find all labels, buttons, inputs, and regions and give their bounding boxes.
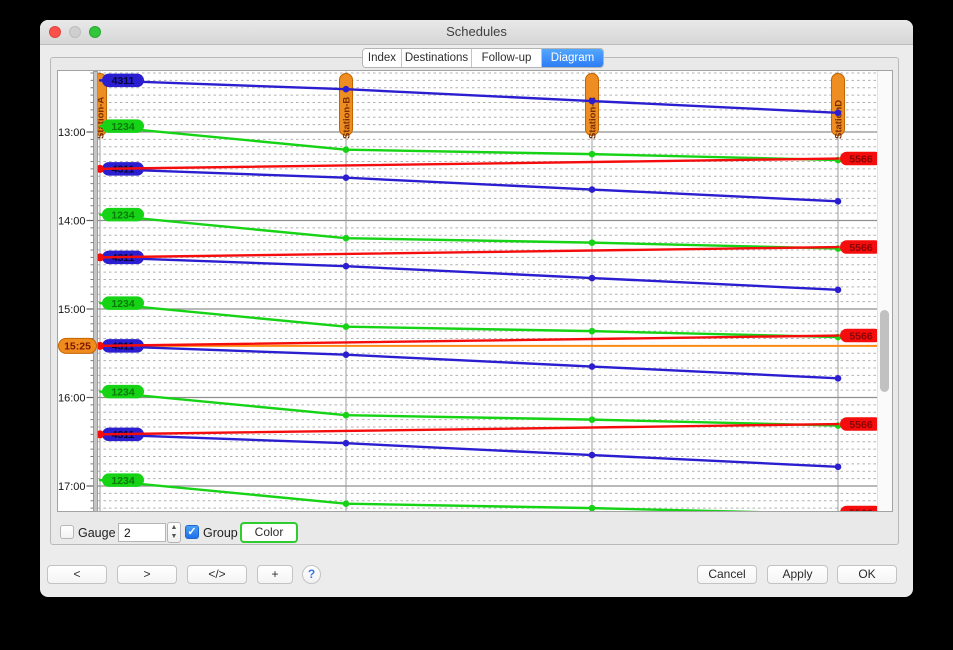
stop-dot — [589, 98, 596, 105]
train-line — [100, 247, 838, 257]
train-line — [100, 159, 838, 169]
station-label: StationD — [834, 100, 845, 139]
highlighted-time: 15:25 — [59, 338, 97, 353]
help-button[interactable]: ? — [302, 565, 321, 584]
stop-dot — [343, 263, 350, 270]
gauge-value-input[interactable] — [118, 523, 166, 542]
screen: { "window": { "title": "Schedules" }, "t… — [0, 0, 953, 650]
train-line — [100, 424, 838, 434]
time-label: 13:00 — [58, 127, 86, 139]
stop-dot — [589, 452, 596, 459]
train-label: 1234 — [111, 121, 135, 133]
stepper-up-icon[interactable]: ▲ — [168, 523, 180, 532]
tab-bar: Index Destinations Follow-up Diagram — [362, 48, 604, 68]
color-button[interactable]: Color — [240, 522, 298, 543]
stepper-down-icon[interactable]: ▼ — [168, 532, 180, 541]
stop-dot — [343, 323, 350, 330]
stop-dot — [835, 464, 842, 471]
stop-dot — [589, 328, 596, 335]
train-label: 1234 — [111, 209, 135, 221]
station-label: Station-B — [342, 97, 353, 139]
code-button[interactable]: </> — [187, 565, 247, 584]
time-label: 14:00 — [58, 215, 86, 227]
train-label: 5566 — [849, 419, 873, 431]
time-axis — [94, 72, 98, 512]
time-label: 17:00 — [58, 481, 86, 493]
add-button[interactable]: + — [257, 565, 293, 584]
highlighted-time-label: 15:25 — [64, 341, 91, 353]
tab-diagram[interactable]: Diagram — [542, 49, 603, 67]
stop-dot — [343, 500, 350, 507]
time-grid — [91, 73, 880, 508]
stop-dot — [343, 440, 350, 447]
stop-dot — [589, 416, 596, 423]
stop-dot — [589, 275, 596, 282]
title-bar[interactable]: Schedules — [40, 20, 913, 45]
apply-button[interactable]: Apply — [767, 565, 828, 584]
stop-dot — [343, 146, 350, 153]
tab-destinations[interactable]: Destinations — [402, 49, 472, 67]
train-line — [100, 346, 838, 378]
train-line — [100, 392, 838, 426]
train-label: 5566 — [849, 153, 873, 165]
gauge-checkbox[interactable] — [60, 525, 74, 539]
train-line — [100, 126, 838, 160]
train-line — [100, 169, 838, 201]
gauge-label: Gauge — [78, 526, 116, 540]
prev-button[interactable]: < — [47, 565, 107, 584]
next-button[interactable]: > — [117, 565, 177, 584]
tab-follow-up[interactable]: Follow-up — [472, 49, 542, 67]
stop-dot — [343, 351, 350, 358]
train-line — [100, 336, 838, 346]
scrollbar-thumb[interactable] — [880, 310, 889, 392]
time-label: 15:00 — [58, 304, 86, 316]
stop-dot — [835, 198, 842, 205]
schedules-window: Schedules Index Destinations Follow-up D… — [40, 20, 913, 597]
stop-dot — [343, 174, 350, 181]
stop-dot — [589, 505, 596, 511]
stop-dot — [343, 412, 350, 419]
schedule-diagram[interactable]: 13:0014:0015:0016:0017:00Station-AStatio… — [58, 71, 892, 511]
train-label: 4311 — [112, 75, 135, 87]
diagram-panel: 13:0014:0015:0016:0017:00Station-AStatio… — [50, 57, 899, 545]
group-checkbox[interactable]: ✓ — [185, 525, 199, 539]
ok-button[interactable]: OK — [837, 565, 897, 584]
stop-dot — [343, 235, 350, 242]
stop-dot — [589, 363, 596, 370]
stop-dot — [589, 186, 596, 193]
train-label: 5566 — [849, 330, 873, 342]
train-line — [100, 80, 838, 112]
train-line — [100, 434, 838, 466]
stop-dot — [589, 239, 596, 246]
train-line — [100, 257, 838, 289]
train-label: 1234 — [111, 298, 135, 310]
train-line — [100, 480, 838, 511]
controls-row: Gauge ▲ ▼ ✓ Group Color — [51, 523, 898, 545]
train-line — [100, 215, 838, 249]
stop-dot — [589, 151, 596, 158]
train-label: 5566 — [849, 507, 873, 511]
train-label: 1234 — [111, 386, 135, 398]
window-title: Schedules — [40, 20, 913, 44]
gauge-stepper[interactable]: ▲ ▼ — [167, 522, 181, 543]
train-label: 1234 — [111, 475, 135, 487]
stop-dot — [835, 287, 842, 294]
train-label: 5566 — [849, 242, 873, 254]
stop-dot — [835, 110, 842, 117]
tab-index[interactable]: Index — [363, 49, 402, 67]
stop-dot — [343, 86, 350, 93]
time-label: 16:00 — [58, 392, 86, 404]
stop-dot — [835, 375, 842, 382]
cancel-button[interactable]: Cancel — [697, 565, 757, 584]
group-label: Group — [203, 526, 238, 540]
train-4311: 43114311431143114311 — [100, 74, 841, 471]
vertical-scrollbar[interactable] — [877, 71, 892, 511]
train-1234: 1234 1234 1234 1234 1234 — [100, 119, 841, 511]
schedule-chart-frame: 13:0014:0015:0016:0017:00Station-AStatio… — [57, 70, 893, 512]
train-line — [100, 303, 838, 337]
